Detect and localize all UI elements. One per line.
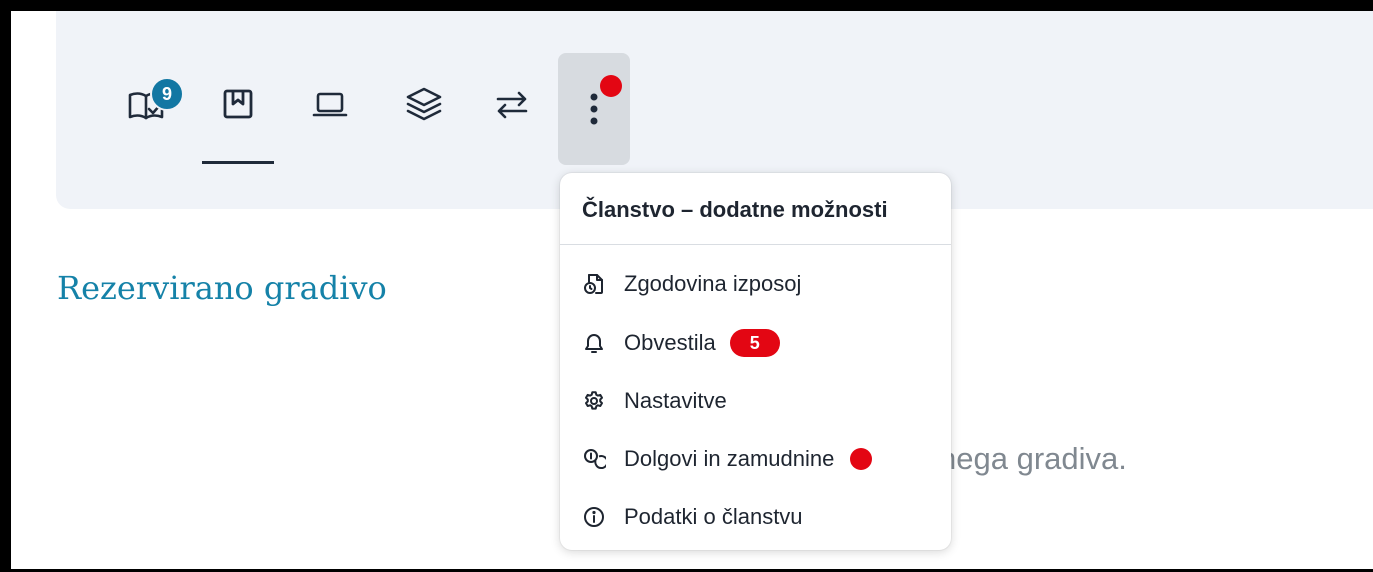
menu-item-label: Obvestila bbox=[624, 330, 716, 355]
loans-count-badge: 9 bbox=[150, 77, 184, 111]
more-options-alert-dot bbox=[600, 75, 622, 97]
menu-item-debts[interactable]: Dolgovi in zamudnine bbox=[582, 439, 873, 479]
section-title: Rezervirano gradivo bbox=[57, 269, 387, 307]
transfer-arrows-icon bbox=[496, 91, 528, 119]
tab-interlibrary-loan[interactable] bbox=[488, 85, 536, 149]
notifications-count-badge: 5 bbox=[729, 329, 780, 357]
menu-item-settings[interactable]: Nastavitve bbox=[582, 381, 727, 421]
tab-collections[interactable] bbox=[400, 85, 448, 149]
tab-digital[interactable] bbox=[306, 85, 354, 149]
menu-item-label: Podatki o članstvu bbox=[624, 504, 803, 529]
layers-icon bbox=[406, 87, 442, 121]
dots-vertical-icon bbox=[590, 93, 598, 125]
history-document-icon bbox=[584, 274, 603, 294]
tab-reservations[interactable] bbox=[202, 85, 274, 164]
menu-item-membership-info[interactable]: Podatki o članstvu bbox=[582, 497, 803, 537]
empty-state-text: nega gradiva. bbox=[939, 441, 1127, 476]
membership-options-menu: Članstvo – dodatne možnosti Zgodovina iz… bbox=[560, 173, 951, 550]
menu-item-label: Nastavitve bbox=[624, 388, 727, 413]
more-options-button[interactable] bbox=[558, 53, 630, 165]
laptop-icon bbox=[312, 92, 348, 117]
menu-title: Članstvo – dodatne možnosti bbox=[560, 173, 951, 245]
tab-loans[interactable]: 9 bbox=[122, 77, 184, 149]
menu-item-label: Zgodovina izposoj bbox=[624, 271, 802, 296]
menu-item-loan-history[interactable]: Zgodovina izposoj bbox=[582, 264, 801, 304]
menu-item-notifications[interactable]: Obvestila 5 bbox=[582, 323, 780, 363]
coins-icon bbox=[584, 449, 606, 469]
page: 9 Rezervirano gradivo nega gradiva. Član… bbox=[11, 11, 1373, 569]
gear-icon bbox=[585, 391, 603, 410]
info-icon bbox=[584, 507, 604, 527]
menu-item-label: Dolgovi in zamudnine bbox=[624, 446, 835, 471]
bell-icon bbox=[585, 334, 603, 353]
bookmark-icon bbox=[223, 89, 253, 119]
debts-alert-dot bbox=[850, 448, 873, 470]
